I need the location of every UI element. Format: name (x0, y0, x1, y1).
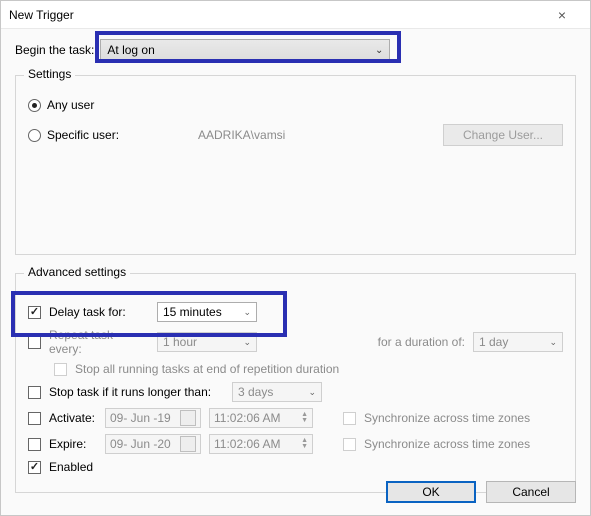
enabled-checkbox[interactable] (28, 461, 41, 474)
expire-date[interactable]: 09- Jun -20 (105, 434, 201, 454)
delay-task-row: Delay task for: 15 minutes ⌄ (28, 302, 563, 322)
expire-sync-label: Synchronize across time zones (364, 437, 530, 451)
stop-if-value: 3 days (238, 385, 273, 399)
specific-user-row[interactable]: Specific user: AADRIKA\vamsi Change User… (28, 124, 563, 146)
chevron-down-icon: ⌄ (243, 307, 251, 318)
repeat-duration-value: 1 day (479, 335, 508, 349)
settings-group: Settings Any user Specific user: AADRIKA… (15, 75, 576, 255)
stop-all-checkbox[interactable] (54, 363, 67, 376)
expire-date-value: 09- Jun -20 (110, 437, 171, 451)
begin-task-value: At log on (107, 43, 154, 57)
activate-date-value: 09- Jun -19 (110, 411, 171, 425)
delay-task-checkbox[interactable] (28, 306, 41, 319)
repeat-task-value: 1 hour (163, 335, 197, 349)
settings-legend: Settings (24, 67, 75, 81)
title-bar: New Trigger × (1, 1, 590, 29)
stop-if-row: Stop task if it runs longer than: 3 days… (28, 382, 563, 402)
repeat-task-checkbox[interactable] (28, 336, 41, 349)
chevron-down-icon: ⌄ (375, 45, 383, 56)
window-title: New Trigger (9, 1, 74, 29)
footer-buttons: OK Cancel (386, 481, 576, 503)
stop-if-checkbox[interactable] (28, 386, 41, 399)
ok-button[interactable]: OK (386, 481, 476, 503)
any-user-label: Any user (47, 98, 94, 112)
advanced-legend: Advanced settings (24, 265, 130, 279)
expire-label: Expire: (49, 437, 97, 451)
close-button[interactable]: × (542, 1, 582, 29)
specific-user-value: AADRIKA\vamsi (198, 128, 285, 142)
calendar-icon (180, 410, 196, 426)
expire-sync-checkbox[interactable] (343, 438, 356, 451)
chevron-down-icon: ⌄ (243, 337, 251, 348)
repeat-task-select[interactable]: 1 hour ⌄ (157, 332, 257, 352)
activate-checkbox[interactable] (28, 412, 41, 425)
activate-row: Activate: 09- Jun -19 11:02:06 AM ▲▼ Syn… (28, 408, 563, 428)
stop-all-label: Stop all running tasks at end of repetit… (75, 362, 339, 376)
enabled-label: Enabled (49, 460, 93, 474)
stop-if-label: Stop task if it runs longer than: (49, 385, 224, 399)
activate-date[interactable]: 09- Jun -19 (105, 408, 201, 428)
cancel-button[interactable]: Cancel (486, 481, 576, 503)
spinner-icon: ▲▼ (301, 412, 308, 424)
begin-task-label: Begin the task: (15, 43, 94, 57)
stop-if-select[interactable]: 3 days ⌄ (232, 382, 322, 402)
any-user-row[interactable]: Any user (28, 98, 563, 112)
calendar-icon (180, 436, 196, 452)
repeat-duration-label: for a duration of: (378, 335, 465, 349)
activate-time[interactable]: 11:02:06 AM ▲▼ (209, 408, 313, 428)
chevron-down-icon: ⌄ (308, 387, 316, 398)
repeat-duration-select[interactable]: 1 day ⌄ (473, 332, 563, 352)
expire-row: Expire: 09- Jun -20 11:02:06 AM ▲▼ Synch… (28, 434, 563, 454)
activate-sync-checkbox[interactable] (343, 412, 356, 425)
dialog-body: Begin the task: At log on ⌄ Settings Any… (1, 29, 590, 515)
chevron-down-icon: ⌄ (549, 337, 557, 348)
repeat-task-label: Repeat task every: (49, 328, 149, 356)
activate-sync-label: Synchronize across time zones (364, 411, 530, 425)
activate-label: Activate: (49, 411, 97, 425)
dialog-window: New Trigger × Begin the task: At log on … (0, 0, 591, 516)
stop-all-row: Stop all running tasks at end of repetit… (54, 362, 563, 376)
enabled-row: Enabled (28, 460, 563, 474)
repeat-task-row: Repeat task every: 1 hour ⌄ for a durati… (28, 328, 563, 356)
begin-task-select[interactable]: At log on ⌄ (100, 39, 390, 61)
delay-task-select[interactable]: 15 minutes ⌄ (157, 302, 257, 322)
specific-user-label: Specific user: (47, 128, 132, 142)
specific-user-radio[interactable] (28, 129, 41, 142)
expire-time[interactable]: 11:02:06 AM ▲▼ (209, 434, 313, 454)
expire-time-value: 11:02:06 AM (214, 437, 281, 451)
delay-task-label: Delay task for: (49, 305, 149, 319)
begin-task-row: Begin the task: At log on ⌄ (15, 39, 576, 61)
activate-time-value: 11:02:06 AM (214, 411, 281, 425)
delay-task-value: 15 minutes (163, 305, 222, 319)
spinner-icon: ▲▼ (301, 438, 308, 450)
any-user-radio[interactable] (28, 99, 41, 112)
expire-checkbox[interactable] (28, 438, 41, 451)
advanced-group: Advanced settings Delay task for: 15 min… (15, 273, 576, 493)
change-user-button[interactable]: Change User... (443, 124, 563, 146)
